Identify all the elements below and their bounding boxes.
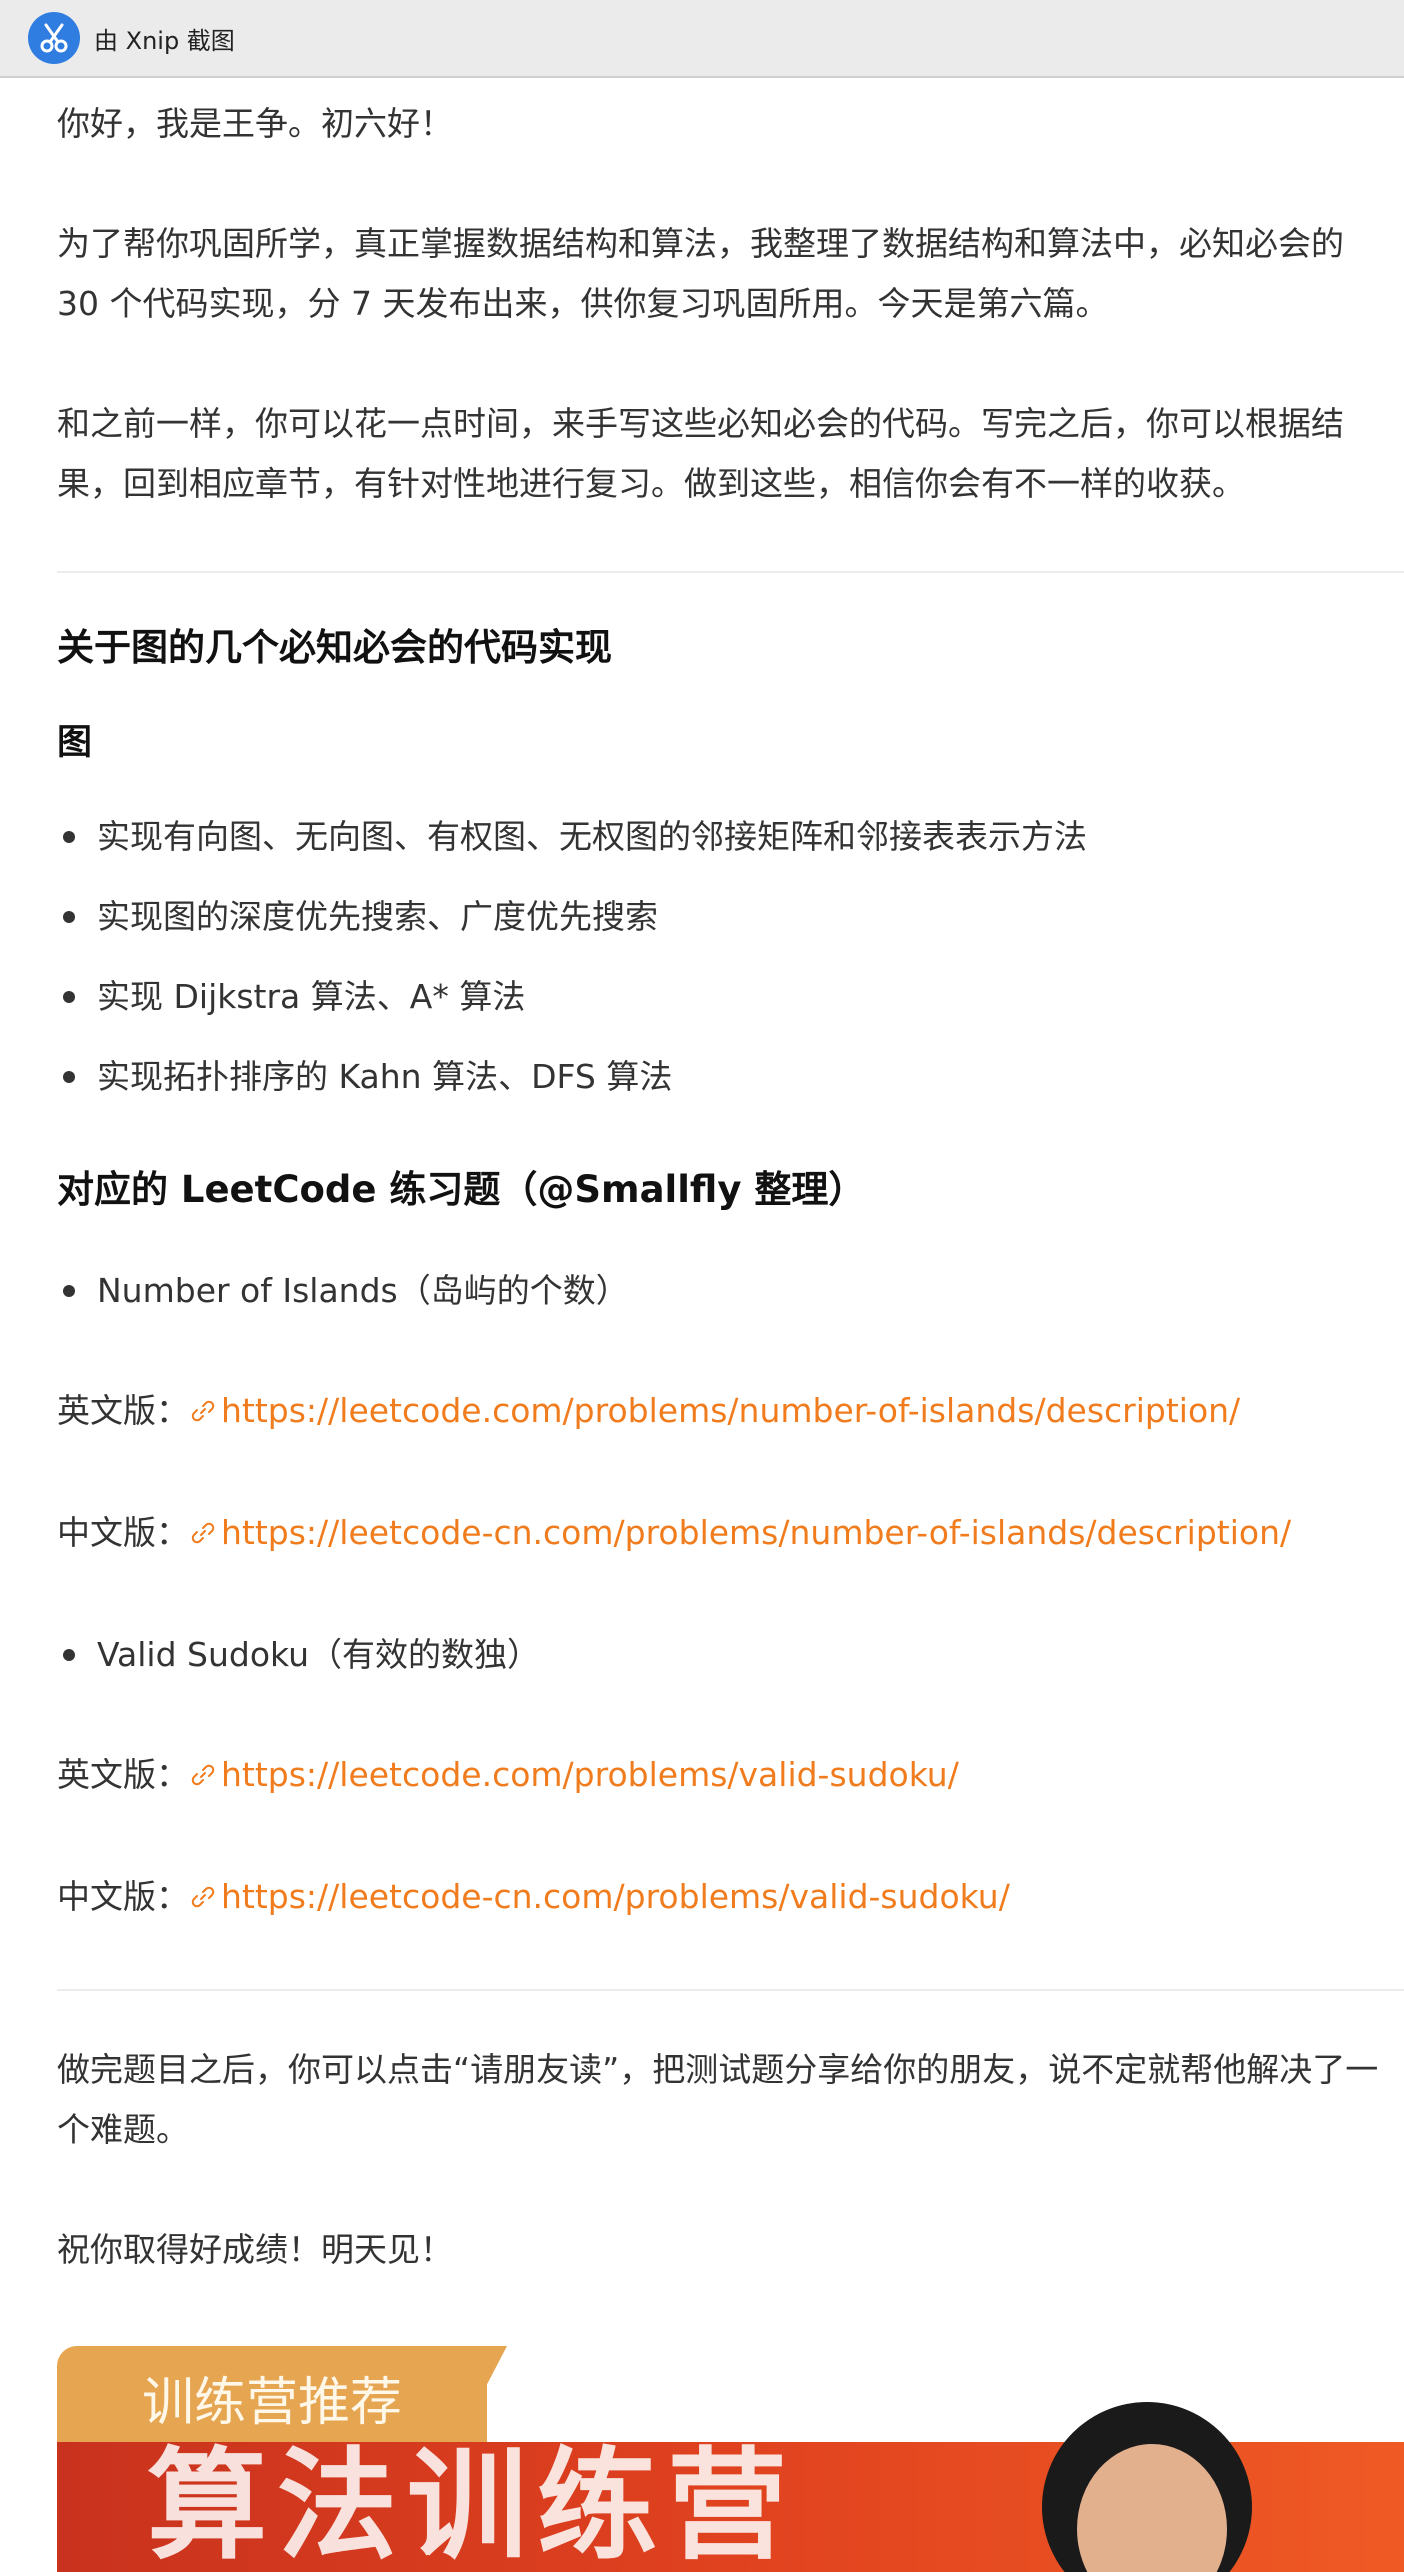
intro-paragraph-2: 和之前一样，你可以花一点时间，来手写这些必知必会的代码。写完之后，你可以根据结果… — [57, 404, 1344, 503]
problem-link-cn: 中文版： https://leetcode-cn.com/problems/nu… — [57, 1508, 1291, 1558]
link-icon — [191, 1522, 215, 1544]
bullet-dot — [63, 831, 75, 843]
problem-link-en: 英文版： https://leetcode.com/problems/valid… — [57, 1750, 959, 1800]
bullet-dot — [63, 1285, 75, 1297]
problem-url-en[interactable]: https://leetcode.com/problems/number-of-… — [221, 1386, 1240, 1436]
list-item-text: 实现 Dijkstra 算法、A* 算法 — [97, 977, 526, 1016]
problem-link-en: 英文版： https://leetcode.com/problems/numbe… — [57, 1386, 1240, 1436]
intro-greeting: 你好，我是王争。初六好！ — [57, 104, 453, 143]
link-label: 英文版： — [57, 1755, 189, 1794]
bullet-dot — [63, 1649, 75, 1661]
window-title: 由 Xnip 截图 — [94, 26, 235, 55]
problem-url-cn[interactable]: https://leetcode-cn.com/problems/valid-s… — [221, 1872, 1010, 1922]
leetcode-title: 对应的 LeetCode 练习题（@Smallfly 整理） — [57, 1168, 866, 1211]
outro-farewell: 祝你取得好成绩！明天见！ — [57, 2230, 453, 2269]
problem-url-cn[interactable]: https://leetcode-cn.com/problems/number-… — [221, 1508, 1291, 1558]
section-title: 关于图的几个必知必会的代码实现 — [57, 626, 612, 669]
xnip-scissors-icon — [28, 12, 80, 64]
problem-name: Valid Sudoku（有效的数独） — [97, 1635, 541, 1674]
list-item: 实现有向图、无向图、有权图、无权图的邻接矩阵和邻接表表示方法 — [57, 812, 1087, 862]
subsection-title: 图 — [57, 723, 93, 763]
intro-paragraph-1: 为了帮你巩固所学，真正掌握数据结构和算法，我整理了数据结构和算法中，必知必会的 … — [57, 224, 1344, 323]
link-label: 英文版： — [57, 1391, 189, 1430]
list-item: 实现 Dijkstra 算法、A* 算法 — [57, 972, 525, 1022]
title-bar: 由 Xnip 截图 — [0, 0, 1404, 78]
promo-banner-text: 算法训练营 — [147, 2437, 797, 2572]
bullet-dot — [63, 991, 75, 1003]
problem-item: Number of Islands（岛屿的个数） — [57, 1266, 629, 1316]
link-icon — [191, 1764, 215, 1786]
divider — [57, 1989, 1404, 1991]
outro-paragraph: 做完题目之后，你可以点击“请朋友读”，把测试题分享给你的朋友，说不定就帮他解决了… — [57, 2050, 1379, 2149]
list-item: 实现拓扑排序的 Kahn 算法、DFS 算法 — [57, 1052, 672, 1102]
problem-link-cn: 中文版： https://leetcode-cn.com/problems/va… — [57, 1872, 1010, 1922]
link-icon — [191, 1400, 215, 1422]
list-item-text: 实现拓扑排序的 Kahn 算法、DFS 算法 — [97, 1057, 673, 1096]
promo-banner[interactable]: 训练营推荐 算法训练营 — [57, 2346, 1404, 2572]
problem-item: Valid Sudoku（有效的数独） — [57, 1630, 540, 1680]
bullet-dot — [63, 911, 75, 923]
list-item-text: 实现有向图、无向图、有权图、无权图的邻接矩阵和邻接表表示方法 — [97, 817, 1087, 856]
link-label: 中文版： — [57, 1513, 189, 1552]
divider — [57, 571, 1404, 573]
problem-name: Number of Islands（岛屿的个数） — [97, 1271, 629, 1310]
list-item: 实现图的深度优先搜索、广度优先搜索 — [57, 892, 658, 942]
problem-url-en[interactable]: https://leetcode.com/problems/valid-sudo… — [221, 1750, 959, 1800]
link-label: 中文版： — [57, 1877, 189, 1916]
link-icon — [191, 1886, 215, 1908]
bullet-dot — [63, 1071, 75, 1083]
list-item-text: 实现图的深度优先搜索、广度优先搜索 — [97, 897, 658, 936]
